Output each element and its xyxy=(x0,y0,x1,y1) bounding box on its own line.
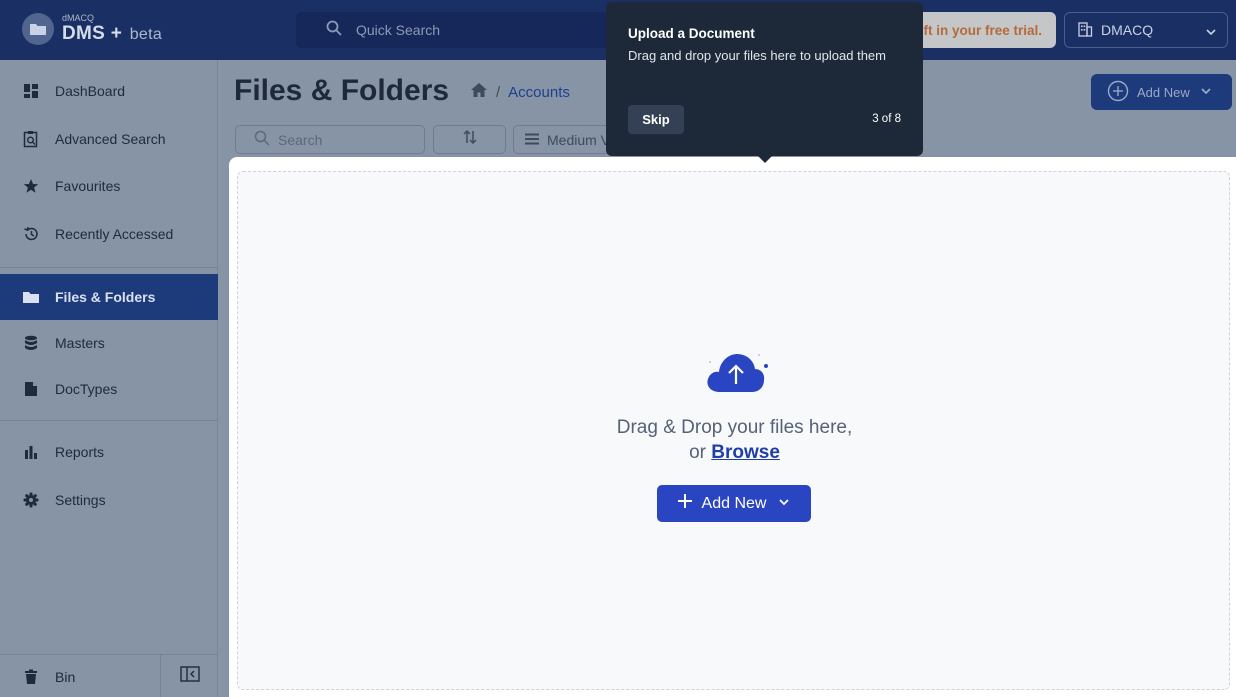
sidebar-item-label: Bin xyxy=(55,668,76,685)
sidebar-divider xyxy=(0,420,218,421)
sidebar-item-reports[interactable]: Reports xyxy=(0,429,218,475)
plus-icon xyxy=(677,494,692,513)
sidebar-item-label: Advanced Search xyxy=(55,131,166,147)
sidebar-item-dashboard[interactable]: DashBoard xyxy=(0,68,218,114)
star-icon xyxy=(22,177,40,195)
add-new-button[interactable]: Add New xyxy=(657,485,811,522)
drop-instructions-line: Drag & Drop your files here, xyxy=(616,417,853,438)
skip-tour-button[interactable]: Skip xyxy=(628,105,684,134)
add-new-header-label: Add New xyxy=(1137,84,1190,100)
sidebar-item-label: Files & Folders xyxy=(55,289,156,305)
sidebar-item-bin[interactable]: Bin xyxy=(0,655,160,697)
chevron-down-icon xyxy=(1205,25,1217,41)
sidebar-item-label: DocTypes xyxy=(55,381,118,397)
trash-icon xyxy=(22,668,40,686)
folder-logo-icon xyxy=(22,13,54,45)
breadcrumb: / Accounts xyxy=(470,82,570,102)
browse-link[interactable]: Browse xyxy=(711,442,780,463)
history-icon xyxy=(22,225,40,243)
sidebar-item-masters[interactable]: Masters xyxy=(0,320,218,366)
quick-search-placeholder: Quick Search xyxy=(356,22,441,38)
app-logo[interactable]: dMACQ DMS + beta xyxy=(22,13,162,45)
tooltip-body: Drag and drop your files here to upload … xyxy=(628,48,886,63)
sidebar-item-label: Settings xyxy=(55,492,106,508)
drop-instructions: Drag & Drop your files here, or Browse xyxy=(238,415,1231,465)
sidebar-item-advanced-search[interactable]: Advanced Search xyxy=(0,116,218,162)
plus-circle-icon xyxy=(1107,80,1129,105)
folder-search-placeholder: Search xyxy=(278,131,323,148)
home-icon[interactable] xyxy=(470,82,488,102)
sidebar-item-label: Recently Accessed xyxy=(55,226,174,242)
list-icon xyxy=(525,132,539,148)
view-mode-label: Medium V xyxy=(547,131,611,148)
sidebar-footer: Bin xyxy=(0,654,218,697)
upload-panel: Drag & Drop your files here, or Browse A… xyxy=(229,157,1236,697)
add-new-header-button[interactable]: Add New xyxy=(1091,74,1232,110)
sidebar-item-files-folders[interactable]: Files & Folders xyxy=(0,274,218,320)
sort-icon xyxy=(462,129,478,150)
drop-or-text: or xyxy=(689,442,706,463)
quick-search-input[interactable]: Quick Search xyxy=(296,12,626,48)
sidebar-item-recently-accessed[interactable]: Recently Accessed xyxy=(0,211,218,257)
organization-name: DMACQ xyxy=(1101,22,1154,38)
folder-search-input[interactable]: Search xyxy=(235,125,425,154)
sidebar-divider xyxy=(0,267,218,268)
view-mode-select[interactable]: Medium V xyxy=(513,125,613,154)
sidebar-item-label: Favourites xyxy=(55,178,121,194)
document-icon xyxy=(22,380,40,398)
search-icon xyxy=(326,20,342,41)
sidebar-item-settings[interactable]: Settings xyxy=(0,477,218,523)
sidebar-collapse-icon xyxy=(179,666,200,687)
breadcrumb-accounts[interactable]: Accounts xyxy=(508,84,570,101)
sidebar: DashBoard Advanced Search Favourites Rec… xyxy=(0,60,218,697)
logo-beta: beta xyxy=(129,25,163,43)
chevron-down-icon xyxy=(778,495,790,513)
free-trial-banner[interactable]: ft in your free trial. xyxy=(900,12,1056,48)
advanced-search-icon xyxy=(22,130,40,148)
file-drop-zone[interactable]: Drag & Drop your files here, or Browse A… xyxy=(237,171,1230,690)
search-icon xyxy=(254,130,270,149)
folder-icon xyxy=(22,288,40,306)
database-icon xyxy=(22,334,40,352)
collapse-sidebar-button[interactable] xyxy=(160,655,218,697)
logo-brand-small: dMACQ xyxy=(62,12,95,23)
tour-step-counter: 3 of 8 xyxy=(872,113,901,125)
breadcrumb-separator: / xyxy=(496,83,501,101)
onboarding-tooltip: Upload a Document Drag and drop your fil… xyxy=(606,2,923,163)
dashboard-icon xyxy=(22,82,40,100)
bar-chart-icon xyxy=(22,443,40,461)
logo-plus: + xyxy=(110,22,123,44)
chevron-down-icon xyxy=(1200,85,1212,100)
add-new-label: Add New xyxy=(701,494,767,512)
tooltip-title: Upload a Document xyxy=(628,26,755,41)
page-title: Files & Folders xyxy=(234,74,450,107)
sidebar-item-label: DashBoard xyxy=(55,83,126,99)
organization-select[interactable]: DMACQ xyxy=(1064,12,1228,48)
sidebar-item-favourites[interactable]: Favourites xyxy=(0,163,218,209)
cloud-upload-icon xyxy=(704,348,770,401)
sidebar-item-label: Reports xyxy=(55,444,105,460)
sidebar-item-doctypes[interactable]: DocTypes xyxy=(0,366,218,412)
building-icon xyxy=(1077,21,1093,40)
sort-button[interactable] xyxy=(433,125,506,154)
logo-title: DMS + beta xyxy=(62,22,163,44)
gear-icon xyxy=(22,491,40,509)
sidebar-item-label: Masters xyxy=(55,335,105,351)
